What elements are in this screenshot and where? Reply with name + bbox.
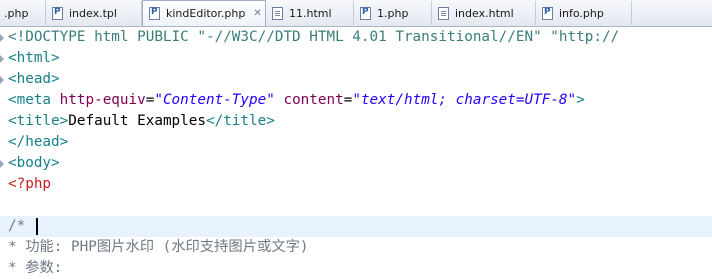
code-line-1: <!DOCTYPE html PUBLIC "-//W3C//DTD HTML … — [8, 29, 620, 45]
html-file-icon — [438, 6, 449, 20]
tab-php[interactable]: .php — [0, 1, 46, 25]
code-line-10-current: /* — [0, 216, 712, 237]
code-editor[interactable]: <!DOCTYPE html PUBLIC "-//W3C//DTD HTML … — [0, 27, 712, 276]
code-line-6: </head> — [8, 134, 69, 150]
close-icon[interactable]: ✕ — [253, 8, 261, 19]
tab-11-html[interactable]: 11.html — [266, 1, 354, 25]
code-line-5: <title>Default Examples</title> — [8, 113, 275, 129]
code-line-3: <head> — [8, 71, 60, 87]
code-line-11: * 功能: PHP图片水印 (水印支持图片或文字) — [8, 239, 309, 255]
tab-kindeditor-php[interactable]: kindEditor.php ✕ — [142, 0, 266, 26]
php-file-icon — [52, 6, 63, 20]
code-line-8: <?php — [8, 176, 52, 192]
tab-label: 1.php — [377, 6, 409, 20]
tab-index-html[interactable]: index.html — [432, 1, 536, 25]
code-line-7: <body> — [8, 155, 60, 171]
fold-icon[interactable] — [0, 76, 5, 84]
code-line-12: * 参数: — [8, 260, 63, 276]
tab-label: info.php — [559, 6, 604, 20]
tab-label: kindEditor.php — [166, 7, 246, 20]
code-line-2: <html> — [8, 50, 60, 66]
code-line-4: <meta http-equiv="Content-Type" content=… — [8, 92, 585, 108]
tab-1-php[interactable]: 1.php — [354, 1, 432, 25]
php-file-icon — [149, 7, 160, 20]
tab-label: index.tpl — [69, 6, 117, 20]
tab-label: index.html — [455, 6, 514, 20]
tab-label: 11.html — [289, 6, 332, 20]
fold-icon[interactable] — [0, 55, 5, 63]
php-file-icon — [542, 6, 553, 20]
tab-label: .php — [4, 6, 29, 20]
text-caret — [35, 217, 38, 235]
php-file-icon — [360, 6, 371, 20]
tab-info-php[interactable]: info.php — [536, 1, 632, 25]
tab-index-tpl[interactable]: index.tpl — [46, 1, 142, 25]
fold-icon[interactable] — [0, 34, 5, 42]
fold-icon[interactable] — [0, 160, 5, 168]
editor-tab-bar: .php index.tpl kindEditor.php ✕ 11.html … — [0, 0, 712, 27]
html-file-icon — [272, 6, 283, 20]
